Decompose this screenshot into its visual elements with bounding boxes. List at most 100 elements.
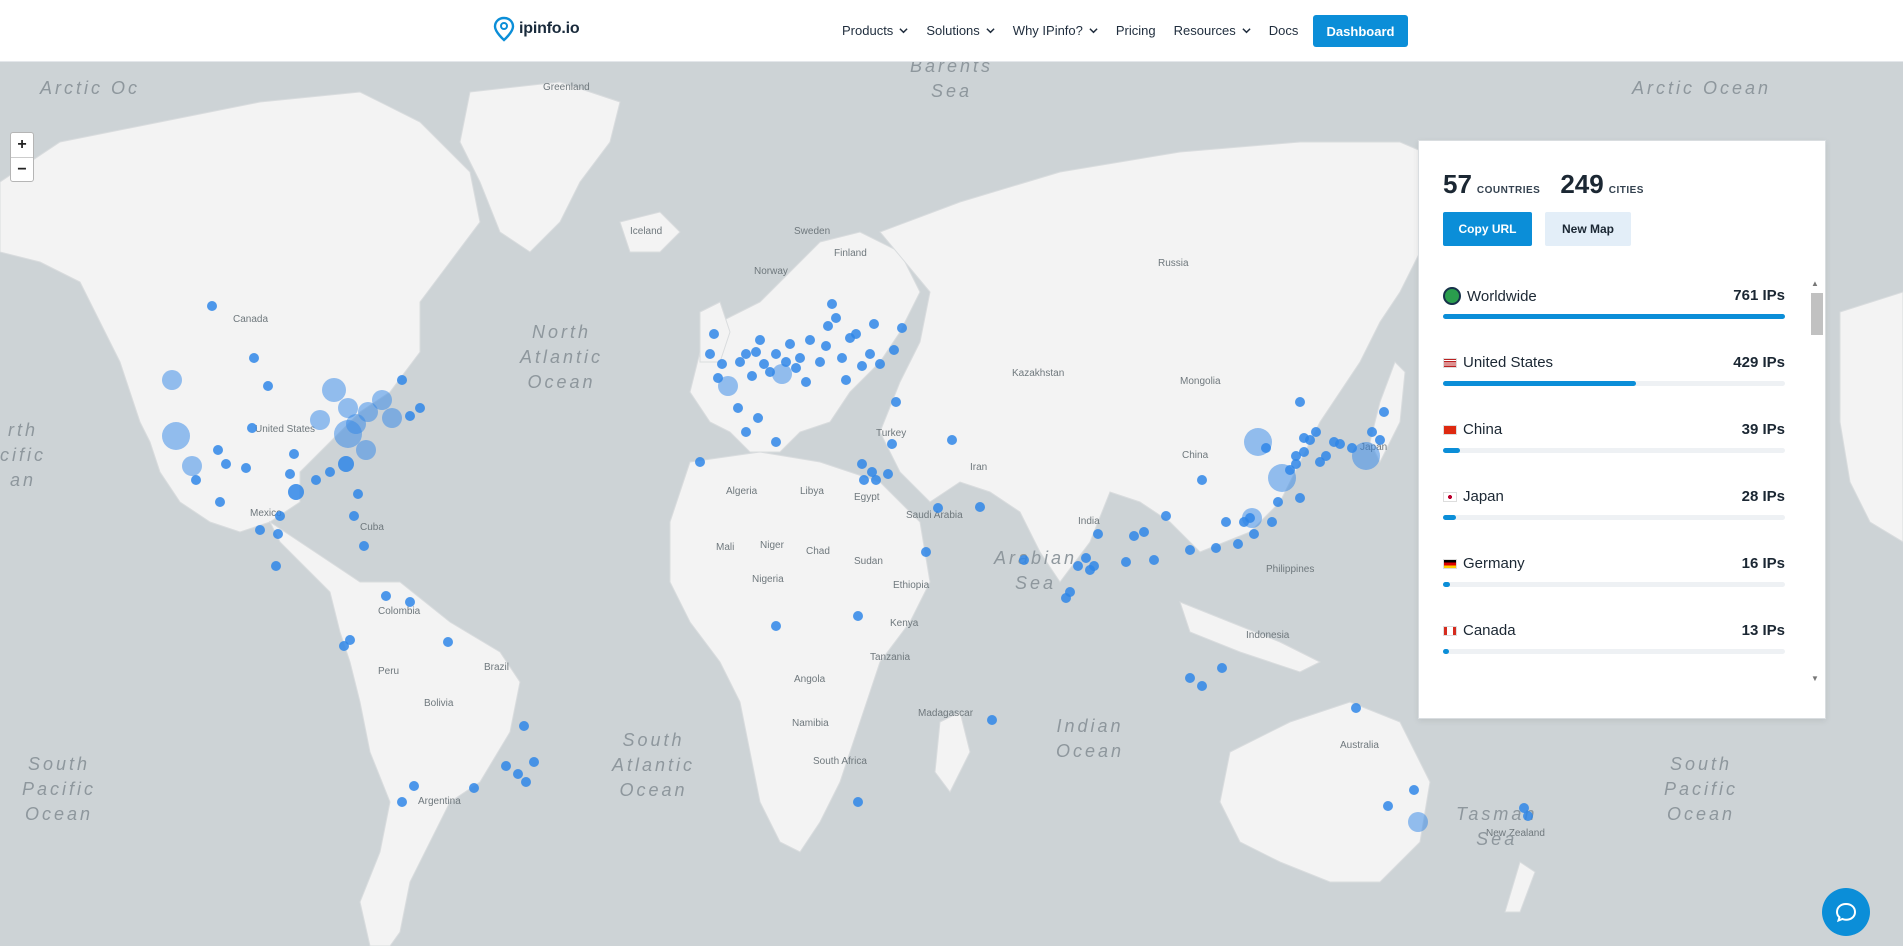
ip-location-dot[interactable] [1217,663,1227,673]
ip-location-dot[interactable] [249,353,259,363]
ip-location-dot[interactable] [275,511,285,521]
ip-location-dot[interactable] [1273,497,1283,507]
ip-location-dot[interactable] [869,319,879,329]
ip-location-dot[interactable] [289,449,299,459]
ip-location-dot[interactable] [1197,475,1207,485]
ip-location-dot[interactable] [865,349,875,359]
ip-location-dot[interactable] [310,410,330,430]
ip-location-dot[interactable] [182,456,202,476]
ip-location-dot[interactable] [827,299,837,309]
ip-location-dot[interactable] [751,347,761,357]
ip-location-dot[interactable] [162,370,182,390]
ip-location-dot[interactable] [191,475,201,485]
ip-location-dot[interactable] [469,783,479,793]
ip-location-dot[interactable] [519,721,529,731]
ip-location-dot[interactable] [755,335,765,345]
ip-location-dot[interactable] [889,345,899,355]
nav-solutions[interactable]: Solutions [926,23,995,38]
ip-location-dot[interactable] [1149,555,1159,565]
ip-location-dot[interactable] [359,541,369,551]
ip-location-dot[interactable] [771,621,781,631]
scroll-up-icon[interactable]: ▲ [1811,279,1819,288]
ip-location-dot[interactable] [975,502,985,512]
ip-location-dot[interactable] [1139,527,1149,537]
ip-location-dot[interactable] [1299,433,1309,443]
scroll-thumb[interactable] [1811,293,1823,335]
ip-location-dot[interactable] [853,797,863,807]
ip-location-dot[interactable] [1291,451,1301,461]
ip-location-dot[interactable] [1211,543,1221,553]
ip-location-dot[interactable] [1523,811,1533,821]
ip-location-dot[interactable] [987,715,997,725]
ip-location-dot[interactable] [247,423,257,433]
ip-location-dot[interactable] [837,353,847,363]
ip-location-dot[interactable] [695,457,705,467]
ip-location-dot[interactable] [1073,561,1083,571]
ip-location-dot[interactable] [733,403,743,413]
ip-location-dot[interactable] [215,497,225,507]
brand-logo[interactable]: ipinfo.io [493,16,580,42]
ip-location-dot[interactable] [741,349,751,359]
ip-location-dot[interactable] [1197,681,1207,691]
ip-location-dot[interactable] [747,371,757,381]
ip-location-dot[interactable] [1261,443,1271,453]
new-map-button[interactable]: New Map [1545,212,1631,246]
ip-location-dot[interactable] [831,313,841,323]
ip-location-dot[interactable] [353,489,363,499]
ip-location-dot[interactable] [349,511,359,521]
ip-location-dot[interactable] [1085,565,1095,575]
ip-location-dot[interactable] [1311,427,1321,437]
ip-location-dot[interactable] [772,364,792,384]
ip-location-dot[interactable] [771,349,781,359]
country-row[interactable]: China 39 IPs [1443,415,1785,482]
ip-location-dot[interactable] [372,390,392,410]
ip-location-dot[interactable] [867,467,877,477]
ip-location-dot[interactable] [273,529,283,539]
ip-location-dot[interactable] [897,323,907,333]
ip-location-dot[interactable] [356,440,376,460]
country-row[interactable]: Germany 16 IPs [1443,549,1785,616]
ip-location-dot[interactable] [875,359,885,369]
ip-location-dot[interactable] [887,439,897,449]
ip-location-dot[interactable] [815,357,825,367]
ip-location-dot[interactable] [1121,557,1131,567]
ip-location-dot[interactable] [397,797,407,807]
list-scrollbar[interactable]: ▲ ▼ [1809,279,1823,683]
ip-location-dot[interactable] [1352,442,1380,470]
ip-location-dot[interactable] [857,459,867,469]
ip-location-dot[interactable] [1185,673,1195,683]
ip-location-dot[interactable] [795,353,805,363]
zoom-in-button[interactable]: + [11,133,33,157]
ip-location-dot[interactable] [405,597,415,607]
ip-location-dot[interactable] [255,525,265,535]
ip-location-dot[interactable] [529,757,539,767]
ip-location-dot[interactable] [263,381,273,391]
ip-location-dot[interactable] [1335,439,1345,449]
ip-location-dot[interactable] [1161,511,1171,521]
ip-location-dot[interactable] [821,341,831,351]
ip-location-dot[interactable] [415,403,425,413]
ip-location-dot[interactable] [221,459,231,469]
ip-location-dot[interactable] [753,413,763,423]
ip-location-dot[interactable] [1351,703,1361,713]
ip-location-dot[interactable] [207,301,217,311]
ip-location-dot[interactable] [853,611,863,621]
ip-location-dot[interactable] [1221,517,1231,527]
ip-location-dot[interactable] [443,637,453,647]
ip-location-dot[interactable] [891,397,901,407]
chat-button[interactable] [1822,888,1870,936]
ip-location-dot[interactable] [1185,545,1195,555]
nav-why-ipinfo[interactable]: Why IPinfo? [1013,23,1098,38]
ip-location-dot[interactable] [859,475,869,485]
ip-location-dot[interactable] [288,484,304,500]
ip-location-dot[interactable] [805,335,815,345]
ip-location-dot[interactable] [1019,555,1029,565]
ip-location-dot[interactable] [338,456,354,472]
dashboard-button[interactable]: Dashboard [1313,15,1408,47]
ip-location-dot[interactable] [1409,785,1419,795]
ip-location-dot[interactable] [381,591,391,601]
ip-location-dot[interactable] [334,420,362,448]
ip-location-dot[interactable] [801,377,811,387]
ip-location-dot[interactable] [162,422,190,450]
ip-location-dot[interactable] [271,561,281,571]
